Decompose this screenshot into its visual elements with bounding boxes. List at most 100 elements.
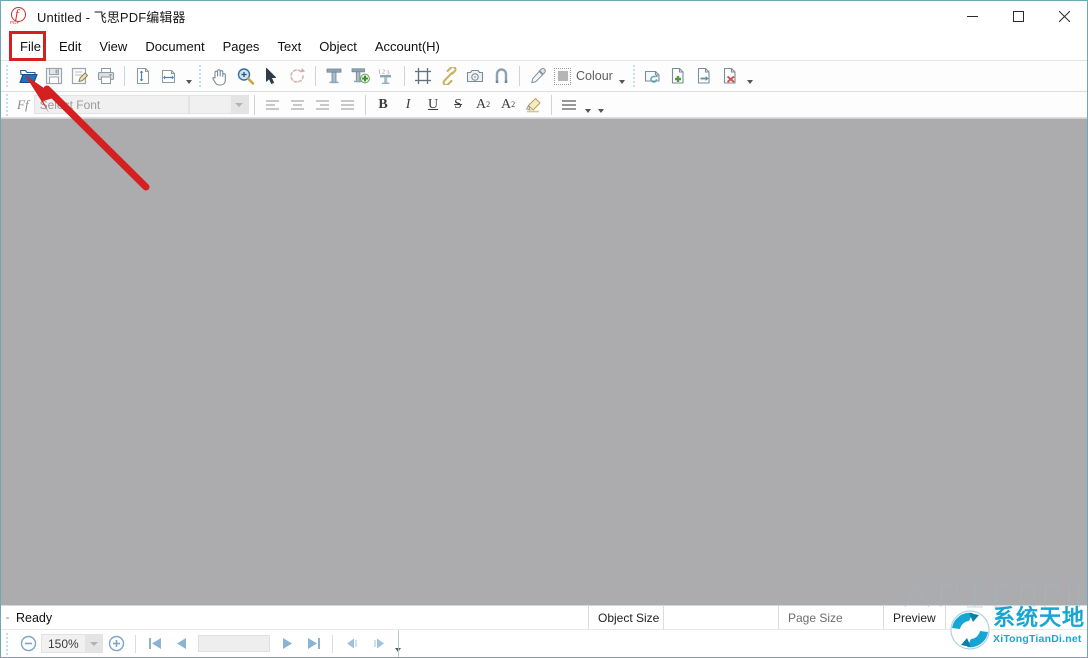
- page-delete-icon[interactable]: [718, 64, 744, 89]
- last-page-icon[interactable]: [300, 633, 326, 655]
- main-toolbar: 1 2 3: [1, 61, 1087, 92]
- line-spacing-caret-icon[interactable]: [582, 94, 595, 116]
- open-icon[interactable]: [15, 64, 41, 89]
- eyedropper-icon[interactable]: [525, 64, 551, 89]
- fit-dropdown-caret-icon[interactable]: [182, 65, 195, 87]
- save-as-icon[interactable]: [67, 64, 93, 89]
- font-icon: Ff: [17, 97, 29, 113]
- select-tool-icon[interactable]: [258, 64, 284, 89]
- first-page-icon[interactable]: [142, 633, 168, 655]
- align-center-icon[interactable]: [285, 94, 310, 116]
- page-add-icon[interactable]: [666, 64, 692, 89]
- minimize-button[interactable]: [949, 1, 995, 32]
- rotate-icon[interactable]: [284, 64, 310, 89]
- status-object-size-label: Object Size: [588, 606, 663, 630]
- menu-item-text[interactable]: Text: [268, 35, 310, 58]
- menu-item-view[interactable]: View: [90, 35, 136, 58]
- window-controls: [949, 1, 1087, 32]
- font-toolbar-grip[interactable]: [5, 94, 12, 116]
- prev-page-icon[interactable]: [168, 633, 194, 655]
- colour-button[interactable]: Colour: [551, 64, 616, 88]
- bold-button[interactable]: B: [371, 94, 396, 116]
- toolbar-separator: [519, 66, 520, 86]
- font-name-placeholder: Select Font: [40, 98, 101, 112]
- link-icon[interactable]: [436, 64, 462, 89]
- nav-back-icon[interactable]: [339, 633, 365, 655]
- toolbar-separator: [254, 95, 255, 115]
- italic-button[interactable]: I: [396, 94, 421, 116]
- zoom-level-input[interactable]: 150%: [41, 634, 103, 653]
- page-slider[interactable]: [198, 635, 270, 652]
- fit-width-icon[interactable]: [156, 64, 182, 89]
- status-preview-label: Preview: [883, 606, 945, 630]
- toolbar-separator: [404, 66, 405, 86]
- menu-item-document[interactable]: Document: [136, 35, 213, 58]
- zoom-in-icon[interactable]: [103, 633, 129, 655]
- title-bar: f PDF Untitled - 飞思PDF编辑器: [1, 1, 1087, 32]
- fit-height-icon[interactable]: [130, 64, 156, 89]
- status-bar: - Ready Object Size Page Size Preview: [1, 605, 1087, 629]
- status-page-size-label: Page Size: [778, 606, 883, 630]
- menu-item-edit[interactable]: Edit: [50, 35, 90, 58]
- navigation-toolbar-edge: [398, 630, 399, 657]
- subscript-label: A: [501, 97, 511, 113]
- toolbar-group-separator: [197, 65, 204, 87]
- status-watermark-cell: [945, 606, 1087, 630]
- colour-label: Colour: [576, 69, 613, 83]
- maximize-button[interactable]: [995, 1, 1041, 32]
- subscript-button[interactable]: A2: [496, 94, 521, 116]
- zoom-chevron-down-icon[interactable]: [85, 635, 102, 652]
- toolbar-separator: [124, 66, 125, 86]
- page-rotate-icon[interactable]: [640, 64, 666, 89]
- strikethrough-button[interactable]: S: [446, 94, 471, 116]
- zoom-level-value: 150%: [42, 637, 79, 651]
- navigation-separator: [135, 635, 136, 653]
- status-bar-grip: -: [3, 611, 12, 625]
- zoom-out-icon[interactable]: [15, 633, 41, 655]
- font-toolbar-overflow-caret-icon[interactable]: [595, 94, 608, 116]
- nav-forward-icon[interactable]: [365, 633, 391, 655]
- magnet-icon[interactable]: [488, 64, 514, 89]
- highlighter-button[interactable]: [521, 94, 546, 116]
- crop-icon[interactable]: [410, 64, 436, 89]
- font-toolbar: Ff Select Font B I U S A2 A2: [1, 92, 1087, 118]
- zoom-tool-icon[interactable]: [232, 64, 258, 89]
- close-button[interactable]: [1041, 1, 1087, 32]
- status-ready-label: Ready: [12, 611, 52, 625]
- page-dropdown-caret-icon[interactable]: [744, 65, 757, 87]
- underline-button[interactable]: U: [421, 94, 446, 116]
- align-left-icon[interactable]: [260, 94, 285, 116]
- svg-text:2: 2: [382, 70, 385, 76]
- add-text-icon[interactable]: [347, 64, 373, 89]
- svg-text:1: 1: [378, 70, 381, 76]
- toolbar-separator: [551, 95, 552, 115]
- camera-icon[interactable]: [462, 64, 488, 89]
- document-canvas[interactable]: [1, 118, 1087, 605]
- menu-item-object[interactable]: Object: [310, 35, 366, 58]
- font-name-input[interactable]: Select Font: [34, 95, 189, 114]
- pdf-app-icon: f PDF: [9, 6, 31, 28]
- line-spacing-icon[interactable]: [557, 94, 582, 116]
- colour-dropdown-caret-icon[interactable]: [616, 65, 629, 87]
- text-tool-icon[interactable]: [321, 64, 347, 89]
- next-page-icon[interactable]: [274, 633, 300, 655]
- status-object-size-value: [663, 606, 778, 630]
- text-number-icon[interactable]: 1 2 3: [373, 64, 399, 89]
- hand-tool-icon[interactable]: [206, 64, 232, 89]
- save-icon[interactable]: [41, 64, 67, 89]
- toolbar-grip[interactable]: [5, 65, 12, 87]
- menu-item-account[interactable]: Account(H): [366, 35, 449, 58]
- font-size-input[interactable]: [189, 95, 249, 114]
- toolbar-separator: [365, 95, 366, 115]
- superscript-button[interactable]: A2: [471, 94, 496, 116]
- align-justify-icon[interactable]: [335, 94, 360, 116]
- menu-item-pages[interactable]: Pages: [214, 35, 269, 58]
- page-extract-icon[interactable]: [692, 64, 718, 89]
- menu-item-file[interactable]: File: [11, 35, 50, 58]
- window-title: Untitled - 飞思PDF编辑器: [37, 7, 186, 26]
- chevron-down-icon[interactable]: [231, 96, 248, 113]
- align-right-icon[interactable]: [310, 94, 335, 116]
- print-icon[interactable]: [93, 64, 119, 89]
- menu-bar: File Edit View Document Pages Text Objec…: [1, 32, 1087, 61]
- navigation-toolbar-grip[interactable]: [5, 633, 12, 655]
